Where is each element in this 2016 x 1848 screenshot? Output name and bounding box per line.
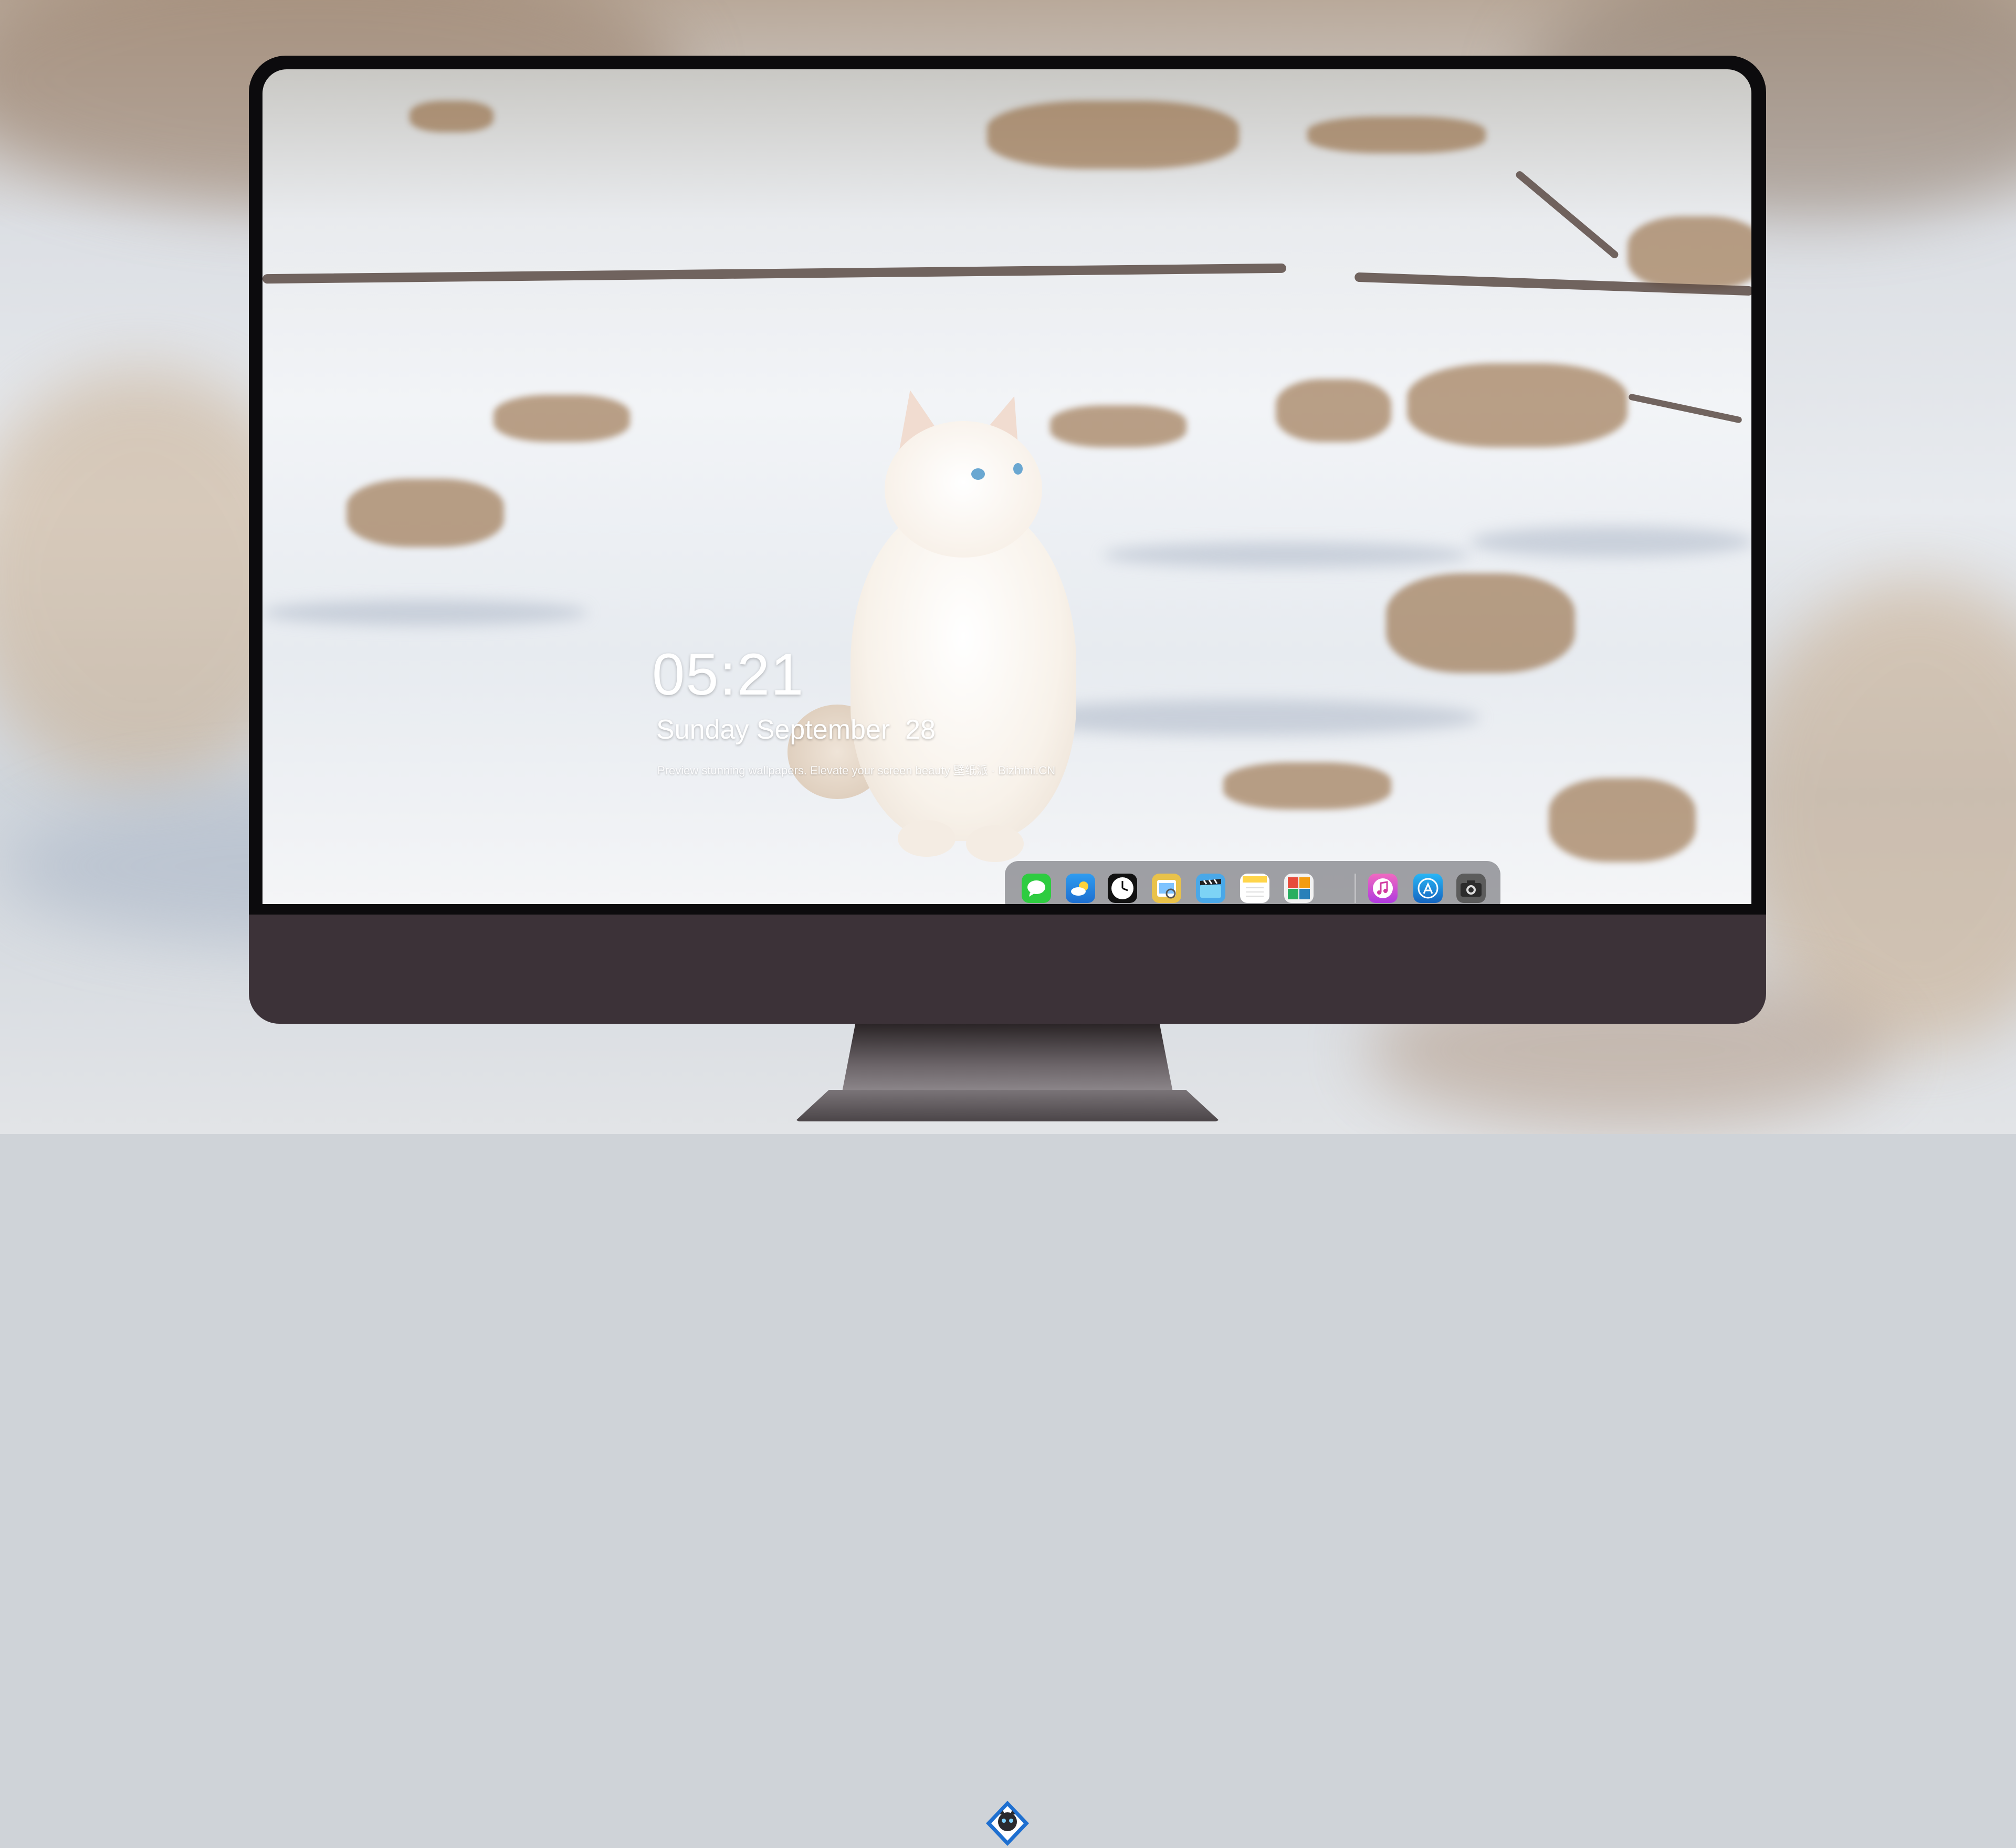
monitor-stand-base bbox=[795, 1090, 1220, 1121]
music-icon[interactable] bbox=[1368, 874, 1398, 903]
dock bbox=[1005, 861, 1500, 904]
camera-icon[interactable] bbox=[1456, 874, 1486, 903]
cat-illustration bbox=[788, 374, 1108, 904]
monitor: 05:21 Sunday September 28 Preview stunni… bbox=[249, 56, 1766, 1846]
lock-screen: 05:21 Sunday September 28 Preview stunni… bbox=[262, 69, 1751, 904]
brand-logo bbox=[986, 1801, 1029, 1846]
lock-screen-time: 05:21 bbox=[652, 642, 805, 707]
preview-icon[interactable] bbox=[1152, 874, 1181, 903]
weather-icon[interactable] bbox=[1066, 874, 1095, 903]
monitor-chin bbox=[249, 915, 1766, 1846]
photo-booth-icon[interactable] bbox=[1284, 874, 1314, 903]
wallpaper bbox=[262, 69, 1751, 904]
messages-icon[interactable] bbox=[1022, 874, 1051, 903]
lock-screen-date: Sunday September 28 bbox=[656, 715, 936, 745]
dock-separator bbox=[1354, 874, 1356, 903]
wallpaper-caption: Preview stunning wallpapers. Elevate you… bbox=[657, 764, 1056, 777]
monitor-stand bbox=[842, 1024, 1173, 1092]
app-store-icon[interactable] bbox=[1413, 874, 1443, 903]
clips-icon[interactable] bbox=[1196, 874, 1225, 903]
notes-icon[interactable] bbox=[1240, 874, 1269, 903]
clock-icon[interactable] bbox=[1108, 874, 1137, 903]
